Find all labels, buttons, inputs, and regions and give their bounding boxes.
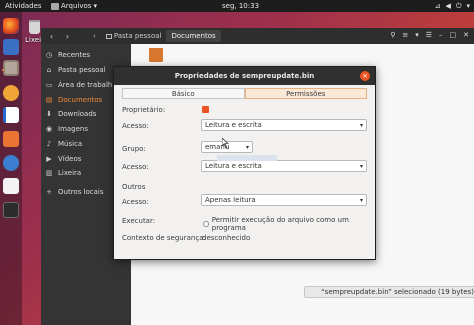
others-access-value: Apenas leitura <box>205 196 256 204</box>
app-menu[interactable]: Arquivos ▾ <box>51 2 97 10</box>
execute-checkbox[interactable] <box>203 221 209 227</box>
sidebar-item-label: Música <box>58 140 83 148</box>
system-tray[interactable]: ⊿ ◀ ⏻ ▾ <box>435 2 470 11</box>
amazon-icon[interactable] <box>3 178 19 194</box>
volume-icon: ◀ <box>445 2 451 10</box>
sidebar-item-label: Documentos <box>58 96 103 104</box>
minimize-icon[interactable]: – <box>439 31 443 39</box>
properties-dialog: Propriedades de sempreupdate.bin × Básic… <box>113 66 376 260</box>
breadcrumb-home-label: Pasta pessoal <box>113 32 162 40</box>
breadcrumb: ‹ Pasta pessoal Documentos <box>88 30 221 42</box>
sidebar-item-label: Imagens <box>58 125 89 133</box>
owner-access-select[interactable]: Leitura e escrita ▾ <box>201 119 367 131</box>
breadcrumb-prev-arrow[interactable]: ‹ <box>88 30 101 42</box>
software-center-icon[interactable] <box>3 131 19 147</box>
sidebar-item-label: Área de trabalh <box>58 81 113 89</box>
breadcrumb-current[interactable]: Documentos <box>166 30 221 42</box>
chevron-down-icon: ▾ <box>359 122 363 129</box>
file-thumbnail-icon[interactable] <box>149 48 163 62</box>
dialog-titlebar: Propriedades de sempreupdate.bin <box>114 67 375 85</box>
tab-permissions[interactable]: Permissões <box>244 88 367 99</box>
owner-label: Proprietário: <box>122 106 166 114</box>
breadcrumb-home[interactable]: Pasta pessoal <box>101 30 167 42</box>
sidebar-item-label: Outros locais <box>58 188 104 196</box>
network-icon: ⊿ <box>434 2 441 10</box>
file-manager-headerbar: ‹ › ‹ Pasta pessoal Documentos ⚲ ≡ ▾ ☰ –… <box>41 28 474 44</box>
others-access-label: Acesso: <box>122 198 149 206</box>
user-icon <box>202 106 209 113</box>
group-label: Grupo: <box>122 145 146 153</box>
chevron-down-icon: ▾ <box>359 197 363 204</box>
sidebar-item-recentes[interactable]: ◷ Recentes <box>45 49 131 61</box>
group-dropdown-hover <box>217 155 277 161</box>
document-icon: ▤ <box>45 96 53 104</box>
dock <box>0 12 22 325</box>
desktop-icon: ▭ <box>45 81 53 89</box>
trash-icon <box>28 20 40 34</box>
firefox-icon[interactable] <box>3 18 19 34</box>
files-icon[interactable] <box>2 60 19 76</box>
sidebar-item-label: Recentes <box>58 51 91 59</box>
sidebar-item-label: Pasta pessoal <box>58 66 106 74</box>
dialog-close-button[interactable]: × <box>360 71 370 81</box>
download-icon: ⬇ <box>46 110 52 118</box>
mouse-cursor-icon <box>222 138 229 148</box>
owner-access-label: Acesso: <box>122 122 149 130</box>
chevron-down-icon: ▾ <box>245 144 249 151</box>
others-access-select[interactable]: Apenas leitura ▾ <box>201 194 367 206</box>
clock-icon: ◷ <box>45 51 53 59</box>
rhythmbox-icon[interactable] <box>3 85 19 101</box>
dialog-title: Propriedades de sempreupdate.bin <box>174 72 315 80</box>
app-menu-label: Arquivos <box>61 2 92 10</box>
home-icon: ⌂ <box>46 66 52 74</box>
dialog-tabs: Básico Permissões <box>122 88 367 99</box>
selection-status: “sempreupdate.bin” selecionado (19 bytes… <box>304 286 474 298</box>
files-app-icon <box>51 2 59 10</box>
maximize-icon[interactable]: □ <box>450 31 457 39</box>
header-tools: ⚲ ≡ ▾ ☰ – □ ✕ <box>390 31 469 39</box>
group-access-label: Acesso: <box>122 163 149 171</box>
clock[interactable]: seg, 10:33 <box>222 2 259 10</box>
menu-icon[interactable]: ☰ <box>426 31 432 39</box>
activities-button[interactable]: Atividades <box>5 2 42 10</box>
power-icon: ⏻ <box>455 2 462 10</box>
help-icon[interactable] <box>3 155 19 171</box>
home-icon <box>105 34 112 39</box>
music-icon: ♪ <box>46 140 52 148</box>
chevron-down-icon: ▾ <box>93 2 97 10</box>
execute-checkbox-row[interactable]: Permitir execução do arquivo como um pro… <box>203 216 375 232</box>
chevron-down-icon: ▾ <box>359 163 363 170</box>
others-label: Outros <box>122 183 146 191</box>
group-access-value: Leitura e escrita <box>205 162 262 170</box>
sidebar-item-label: Lixeira <box>58 169 82 177</box>
top-bar: Atividades Arquivos ▾ seg, 10:33 ⊿ ◀ ⏻ ▾ <box>0 0 474 12</box>
thunderbird-icon[interactable] <box>3 39 19 55</box>
close-icon[interactable]: ✕ <box>463 31 469 39</box>
video-icon: ▶ <box>46 155 52 163</box>
chevron-down-icon: ▾ <box>466 2 470 10</box>
security-context-label: Contexto de segurança: <box>122 234 206 242</box>
back-button[interactable]: ‹ <box>45 31 58 42</box>
trash-icon: ▥ <box>45 169 53 177</box>
sidebar-item-label: Downloads <box>58 110 97 118</box>
camera-icon: ◉ <box>45 125 53 133</box>
execute-label: Executar: <box>122 217 156 225</box>
group-access-select[interactable]: Leitura e escrita ▾ <box>201 160 367 172</box>
tab-basic[interactable]: Básico <box>122 88 245 99</box>
view-options-icon[interactable]: ▾ <box>415 31 419 39</box>
security-context-value: desconhecido <box>202 234 251 242</box>
list-view-icon[interactable]: ≡ <box>402 31 408 39</box>
terminal-icon[interactable] <box>3 202 19 218</box>
forward-button[interactable]: › <box>61 31 74 42</box>
plus-icon: + <box>46 188 52 196</box>
writer-icon[interactable] <box>3 107 19 123</box>
execute-option-label: Permitir execução do arquivo como um pro… <box>211 216 349 232</box>
navigation-buttons: ‹ › <box>45 31 74 42</box>
owner-access-value: Leitura e escrita <box>205 121 262 129</box>
search-icon[interactable]: ⚲ <box>390 31 395 39</box>
sidebar-item-label: Vídeos <box>58 155 82 163</box>
